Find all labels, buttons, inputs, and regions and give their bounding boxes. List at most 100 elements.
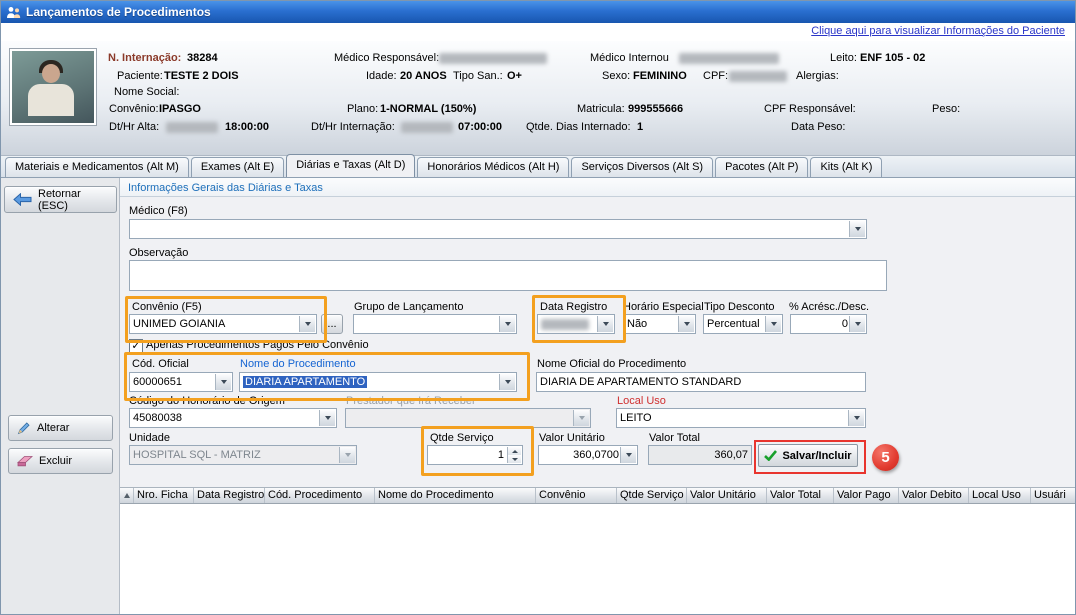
spinner-up-icon[interactable] bbox=[507, 447, 521, 455]
chevron-down-icon[interactable] bbox=[848, 410, 864, 426]
qtde-servico-spinner[interactable]: 1 bbox=[427, 445, 523, 465]
cod-honorario-label: Código do Honorário de Origem bbox=[129, 395, 285, 407]
data-registro-combo[interactable] bbox=[537, 314, 615, 334]
observacao-label: Observação bbox=[129, 247, 188, 259]
col-cod-procedimento[interactable]: Cód. Procedimento bbox=[265, 488, 375, 503]
chevron-down-icon[interactable] bbox=[499, 374, 515, 390]
col-valor-unitario[interactable]: Valor Unitário bbox=[687, 488, 767, 503]
excluir-button[interactable]: Excluir bbox=[8, 448, 113, 474]
col-valor-debito[interactable]: Valor Debito bbox=[899, 488, 969, 503]
tipo-desconto-value: Percentual bbox=[707, 318, 760, 330]
qtde-servico-value: 1 bbox=[498, 449, 504, 461]
cpf-responsavel-label: CPF Responsável: bbox=[764, 103, 856, 115]
chevron-down-icon[interactable] bbox=[215, 374, 231, 390]
convenio-value: IPASGO bbox=[159, 103, 201, 115]
convenio-f5-label: Convênio (F5) bbox=[132, 301, 202, 313]
qtde-dias-value: 1 bbox=[637, 121, 643, 133]
horario-especial-combo[interactable]: Não bbox=[623, 314, 696, 334]
medico-internou-redacted bbox=[679, 53, 779, 64]
qtde-servico-label: Qtde Serviço bbox=[430, 432, 494, 444]
col-nome-procedimento[interactable]: Nome do Procedimento bbox=[375, 488, 536, 503]
chevron-down-icon[interactable] bbox=[499, 316, 515, 332]
chevron-down-icon[interactable] bbox=[319, 410, 335, 426]
horario-especial-label: Horário Especial bbox=[623, 301, 704, 313]
salvar-incluir-button[interactable]: Salvar/Incluir bbox=[758, 444, 858, 467]
apenas-pagos-checkbox[interactable]: ✓ bbox=[129, 339, 143, 353]
dthr-internacao-time: 07:00:00 bbox=[458, 121, 502, 133]
valor-total-field: 360,07 bbox=[648, 445, 752, 465]
observacao-input[interactable] bbox=[129, 260, 887, 291]
acresc-desc-label: % Acrésc./Desc. bbox=[789, 301, 869, 313]
tab-kits[interactable]: Kits (Alt K) bbox=[810, 157, 882, 177]
cpf-label: CPF: bbox=[703, 70, 728, 82]
data-peso-label: Data Peso: bbox=[791, 121, 845, 133]
medico-combo[interactable] bbox=[129, 219, 867, 239]
apenas-pagos-label: Apenas Procedimentos Pagos Pelo Convênio bbox=[146, 339, 369, 351]
tab-pacotes[interactable]: Pacotes (Alt P) bbox=[715, 157, 808, 177]
col-local-uso[interactable]: Local Uso bbox=[969, 488, 1031, 503]
cod-honorario-combo[interactable]: 45080038 bbox=[129, 408, 337, 428]
chevron-down-icon[interactable] bbox=[597, 316, 613, 332]
col-usuario[interactable]: Usuári bbox=[1031, 488, 1076, 503]
ellipsis-label: ... bbox=[327, 318, 336, 330]
patient-header-panel: N. Internação: 38284 Médico Responsável:… bbox=[1, 41, 1075, 156]
spinner-down-icon[interactable] bbox=[507, 455, 521, 463]
cod-oficial-combo[interactable]: 60000651 bbox=[129, 372, 233, 392]
dthr-alta-time: 18:00:00 bbox=[225, 121, 269, 133]
sexo-label: Sexo: bbox=[602, 70, 630, 82]
convenio-combo[interactable]: UNIMED GOIANIA bbox=[129, 314, 317, 334]
medico-internou-label: Médico Internou bbox=[590, 52, 669, 64]
patient-info-link[interactable]: Clique aqui para visualizar Informações … bbox=[811, 25, 1065, 37]
grupo-lancamento-combo[interactable] bbox=[353, 314, 517, 334]
idade-value: 20 ANOS bbox=[400, 70, 447, 82]
plano-label: Plano: bbox=[347, 103, 378, 115]
unidade-label: Unidade bbox=[129, 432, 170, 444]
n-internacao-value: 38284 bbox=[187, 52, 218, 64]
retornar-button[interactable]: Retornar (ESC) bbox=[4, 186, 117, 213]
chevron-down-icon[interactable] bbox=[678, 316, 694, 332]
col-valor-pago[interactable]: Valor Pago bbox=[834, 488, 899, 503]
col-convenio[interactable]: Convênio bbox=[536, 488, 617, 503]
matricula-label: Matricula: bbox=[577, 103, 625, 115]
col-data-registro[interactable]: Data Registro bbox=[194, 488, 265, 503]
tab-exames[interactable]: Exames (Alt E) bbox=[191, 157, 284, 177]
chevron-down-icon[interactable] bbox=[299, 316, 315, 332]
chevron-down-icon[interactable] bbox=[765, 316, 781, 332]
chevron-down-icon[interactable] bbox=[849, 316, 865, 332]
col-nro-ficha[interactable]: Nro. Ficha bbox=[134, 488, 194, 503]
valor-unitario-combo[interactable]: 360,0700 bbox=[538, 445, 638, 465]
cod-oficial-label: Cód. Oficial bbox=[132, 358, 189, 370]
paciente-value: TESTE 2 DOIS bbox=[164, 70, 239, 82]
tab-diarias-taxas[interactable]: Diárias e Taxas (Alt D) bbox=[286, 154, 415, 177]
grid-header: Nro. Ficha Data Registro Cód. Procedimen… bbox=[120, 487, 1076, 504]
nome-oficial-input[interactable]: DIARIA DE APARTAMENTO STANDARD bbox=[536, 372, 866, 392]
unidade-value: HOSPITAL SQL - MATRIZ bbox=[133, 449, 261, 461]
col-qtde-servico[interactable]: Qtde Serviço bbox=[617, 488, 687, 503]
dthr-alta-label: Dt/Hr Alta: bbox=[109, 121, 159, 133]
tab-materiais-medicamentos[interactable]: Materiais e Medicamentos (Alt M) bbox=[5, 157, 189, 177]
check-icon: ✓ bbox=[131, 341, 140, 351]
sidebar bbox=[1, 178, 120, 615]
plano-value: 1-NORMAL (150%) bbox=[380, 103, 476, 115]
convenio-browse-button[interactable]: ... bbox=[321, 314, 343, 334]
tipo-desconto-combo[interactable]: Percentual bbox=[703, 314, 783, 334]
tipo-san-label: Tipo San.: bbox=[453, 70, 503, 82]
local-uso-combo[interactable]: LEITO bbox=[616, 408, 866, 428]
link-bar: Clique aqui para visualizar Informações … bbox=[1, 23, 1075, 41]
chevron-down-icon[interactable] bbox=[849, 221, 865, 237]
acresc-desc-combo[interactable]: 0 bbox=[790, 314, 867, 334]
section-title: Informações Gerais das Diárias e Taxas bbox=[128, 182, 323, 194]
title-bar: Lançamentos de Procedimentos bbox=[1, 1, 1075, 23]
eraser-icon bbox=[17, 455, 33, 467]
pencil-icon bbox=[17, 421, 31, 435]
alterar-button[interactable]: Alterar bbox=[8, 415, 113, 441]
row-indicator-header bbox=[120, 488, 134, 503]
tab-servicos-diversos[interactable]: Serviços Diversos (Alt S) bbox=[571, 157, 713, 177]
excluir-label: Excluir bbox=[39, 455, 72, 467]
chevron-down-icon[interactable] bbox=[620, 447, 636, 463]
matricula-value: 999555666 bbox=[628, 103, 683, 115]
nome-procedimento-combo[interactable]: DIARIA APARTAMENTO bbox=[239, 372, 517, 392]
tipo-desconto-label: Tipo Desconto bbox=[704, 301, 775, 313]
tab-honorarios-medicos[interactable]: Honorários Médicos (Alt H) bbox=[417, 157, 569, 177]
col-valor-total[interactable]: Valor Total bbox=[767, 488, 834, 503]
